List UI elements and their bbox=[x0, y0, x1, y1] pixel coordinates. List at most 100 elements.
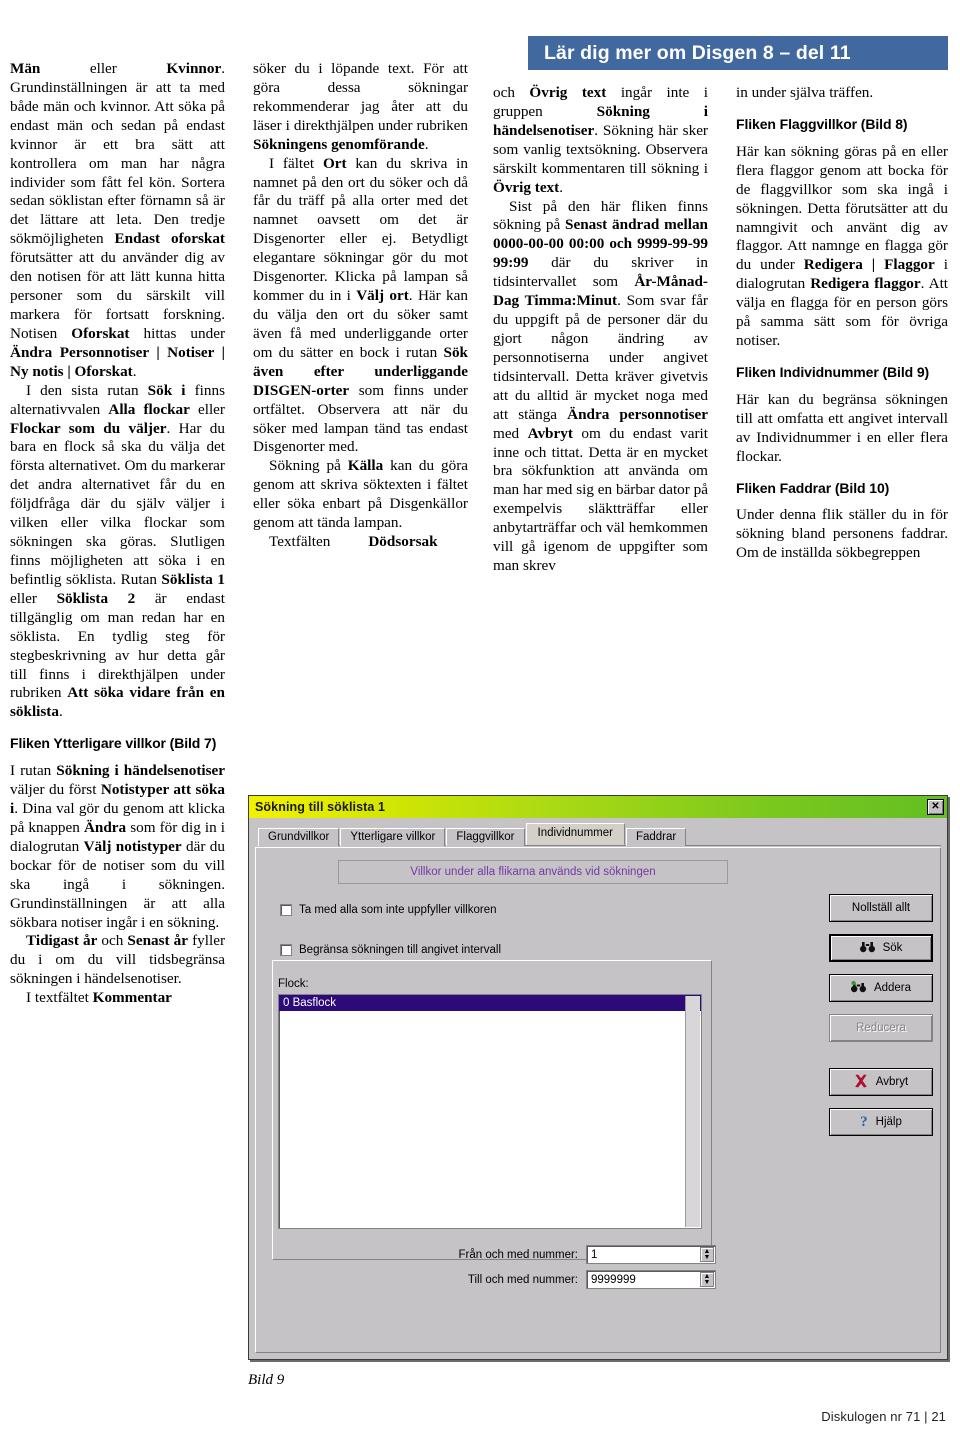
figure-caption: Bild 9 bbox=[248, 1372, 285, 1388]
tab-individnummer[interactable]: Individnummer bbox=[525, 823, 625, 845]
checkbox-ta-med-alla[interactable]: Ta med alla som inte uppfyller villkoren bbox=[280, 904, 497, 916]
checkbox-begransa-intervall[interactable]: Begränsa sökningen till angivet interval… bbox=[280, 944, 501, 956]
text: . Grundinställningen är att ta med både … bbox=[10, 60, 225, 248]
text-column-3: och Övrig text ingår inte i gruppen Sökn… bbox=[493, 84, 708, 576]
text: eller bbox=[40, 60, 167, 77]
emph: Flockar som du väljer bbox=[10, 419, 167, 437]
emph: Kvinnor bbox=[166, 60, 222, 77]
hjalp-button[interactable]: ? Hjälp bbox=[829, 1108, 933, 1136]
dialog-titlebar[interactable]: Sökning till söklista 1 ✕ bbox=[249, 796, 947, 818]
text: . bbox=[559, 178, 564, 196]
checkbox-box-icon[interactable] bbox=[280, 904, 292, 916]
spinner-fran-nummer[interactable]: 1 ▲ ▼ bbox=[586, 1245, 716, 1264]
spinner-value: 9999999 bbox=[591, 1273, 636, 1286]
listbox-flockar[interactable]: 0 Basflock bbox=[278, 994, 702, 1229]
text: . Har du bara en flock så ska du välja d… bbox=[10, 419, 225, 588]
reducera-button: Reducera bbox=[829, 1014, 933, 1042]
text: . bbox=[424, 135, 429, 153]
scrollbar[interactable] bbox=[685, 996, 700, 1227]
text: Här kan sökning göras på en eller flera … bbox=[736, 142, 948, 274]
list-item[interactable]: 0 Basflock bbox=[279, 995, 701, 1011]
checkbox-label: Ta med alla som inte uppfyller villkoren bbox=[299, 904, 497, 916]
close-icon[interactable]: ✕ bbox=[927, 799, 944, 815]
emph: Oforskat bbox=[71, 324, 130, 342]
spinner-value: 1 bbox=[591, 1248, 598, 1261]
dialog-title: Sökning till söklista 1 bbox=[255, 800, 386, 814]
text-column-4: in under själva träffen. Fliken Flaggvil… bbox=[736, 84, 948, 563]
text: I textfältet bbox=[26, 989, 93, 1007]
emph: Alla flockar bbox=[108, 400, 190, 418]
emph: Ändra Personnotiser | Notiser | Ny notis… bbox=[10, 343, 225, 380]
emph: Söklista 2 bbox=[56, 589, 136, 607]
emph: Senast år bbox=[127, 932, 189, 950]
question-mark-icon: ? bbox=[860, 1113, 868, 1130]
paragraph: Här kan sökning göras på en eller flera … bbox=[736, 143, 948, 351]
button-label: Avbryt bbox=[875, 1076, 909, 1088]
avbryt-button[interactable]: Avbryt bbox=[829, 1068, 933, 1096]
paragraph: och Övrig text ingår inte i gruppen Sökn… bbox=[493, 84, 708, 198]
checkbox-label: Begränsa sökningen till angivet interval… bbox=[299, 944, 502, 956]
paragraph: Sist på den här fliken finns sökning på … bbox=[493, 198, 708, 576]
text: hittas under bbox=[129, 324, 226, 342]
text: och bbox=[493, 84, 530, 101]
page-header-banner: Lär dig mer om Disgen 8 – del 11 bbox=[528, 36, 948, 70]
field-fran-och-med-nummer: Från och med nummer: 1 ▲ ▼ bbox=[426, 1245, 716, 1264]
nollstall-allt-button[interactable]: Nollställ allt bbox=[829, 894, 933, 922]
tab-ytterligare-villkor[interactable]: Ytterligare villkor bbox=[340, 828, 446, 846]
notice-text: Villkor under alla flikarna används vid … bbox=[338, 860, 728, 884]
text: I rutan bbox=[10, 762, 57, 780]
screenshot-dialog-sokning: Sökning till söklista 1 ✕ Grundvillkor Y… bbox=[248, 795, 948, 1360]
emph: Välj ort bbox=[356, 287, 409, 305]
emph: Män bbox=[10, 60, 41, 77]
emph: Sökning i händelsenotiser bbox=[56, 762, 225, 780]
paragraph: Sökning på Källa kan du göra genom att s… bbox=[253, 457, 468, 533]
emph: Sökningens genomförande bbox=[253, 135, 425, 153]
addera-button[interactable]: Addera bbox=[829, 974, 933, 1002]
checkbox-box-icon[interactable] bbox=[280, 944, 292, 956]
text: Sökning på bbox=[269, 457, 348, 475]
tab-faddrar[interactable]: Faddrar bbox=[625, 828, 687, 846]
button-label: Reducera bbox=[856, 1022, 906, 1034]
paragraph: söker du i löpande text. För att göra de… bbox=[253, 60, 468, 155]
subheading-ytterligare-villkor: Fliken Ytterligare villkor (Bild 7) bbox=[10, 735, 217, 752]
spinner-arrows-icon[interactable]: ▲ ▼ bbox=[700, 1272, 714, 1287]
paragraph: I rutan Sökning i händelsenotiser väljer… bbox=[10, 762, 225, 932]
text: I fältet bbox=[269, 154, 323, 172]
emph: Tidigast år bbox=[26, 932, 98, 950]
text: om du endast varit inne och tittat. Dett… bbox=[493, 424, 708, 575]
button-label: Sök bbox=[882, 942, 903, 954]
emph: Övrig text bbox=[493, 178, 560, 196]
page-footer: Diskulogen nr 71 | 21 bbox=[821, 1409, 946, 1424]
emph: Dödsorsak bbox=[368, 533, 438, 551]
text: med bbox=[493, 424, 528, 442]
label-fran-och-med: Från och med nummer: bbox=[458, 1248, 578, 1261]
emph: Källa bbox=[347, 457, 384, 475]
text: väljer du först bbox=[10, 781, 101, 799]
emph: Söklista 1 bbox=[161, 570, 225, 588]
paragraph: Tidigast år och Senast år fyller du i om… bbox=[10, 932, 225, 989]
paragraph: I fältet Ort kan du skriva in namnet på … bbox=[253, 155, 468, 458]
tab-grundvillkor[interactable]: Grundvillkor bbox=[258, 828, 340, 846]
tab-flaggvillkor[interactable]: Flaggvillkor bbox=[446, 828, 525, 846]
text-column-2: söker du i löpande text. För att göra de… bbox=[253, 60, 468, 552]
emph: Övrig text bbox=[529, 84, 607, 101]
subheading-flaggvillkor: Fliken Flaggvillkor (Bild 8) bbox=[736, 115, 908, 132]
button-label: Hjälp bbox=[875, 1116, 902, 1128]
emph: Kommentar bbox=[92, 989, 172, 1007]
subheading-faddrar: Fliken Faddrar (Bild 10) bbox=[736, 479, 890, 496]
emph: Redigera | Flaggor bbox=[803, 256, 935, 274]
sok-button[interactable]: Sök bbox=[829, 934, 933, 962]
button-label: Addera bbox=[873, 982, 912, 994]
spinner-till-nummer[interactable]: 9999999 ▲ ▼ bbox=[586, 1270, 716, 1289]
text: . bbox=[58, 703, 63, 721]
spinner-arrows-icon[interactable]: ▲ ▼ bbox=[700, 1247, 714, 1262]
paragraph: Män eller Kvinnor. Grundinställningen är… bbox=[10, 60, 225, 382]
text: eller bbox=[189, 400, 225, 418]
emph: Ändra personnotiser bbox=[567, 405, 708, 423]
binoculars-icon bbox=[859, 941, 875, 955]
emph: Endast oforskat bbox=[114, 230, 225, 248]
paragraph: I textfältet Kommentar bbox=[10, 989, 225, 1008]
paragraph: in under själva träffen. bbox=[736, 84, 874, 101]
button-label: Nollställ allt bbox=[851, 902, 911, 914]
text: . Som svar får du uppgift på de personer… bbox=[493, 292, 708, 423]
